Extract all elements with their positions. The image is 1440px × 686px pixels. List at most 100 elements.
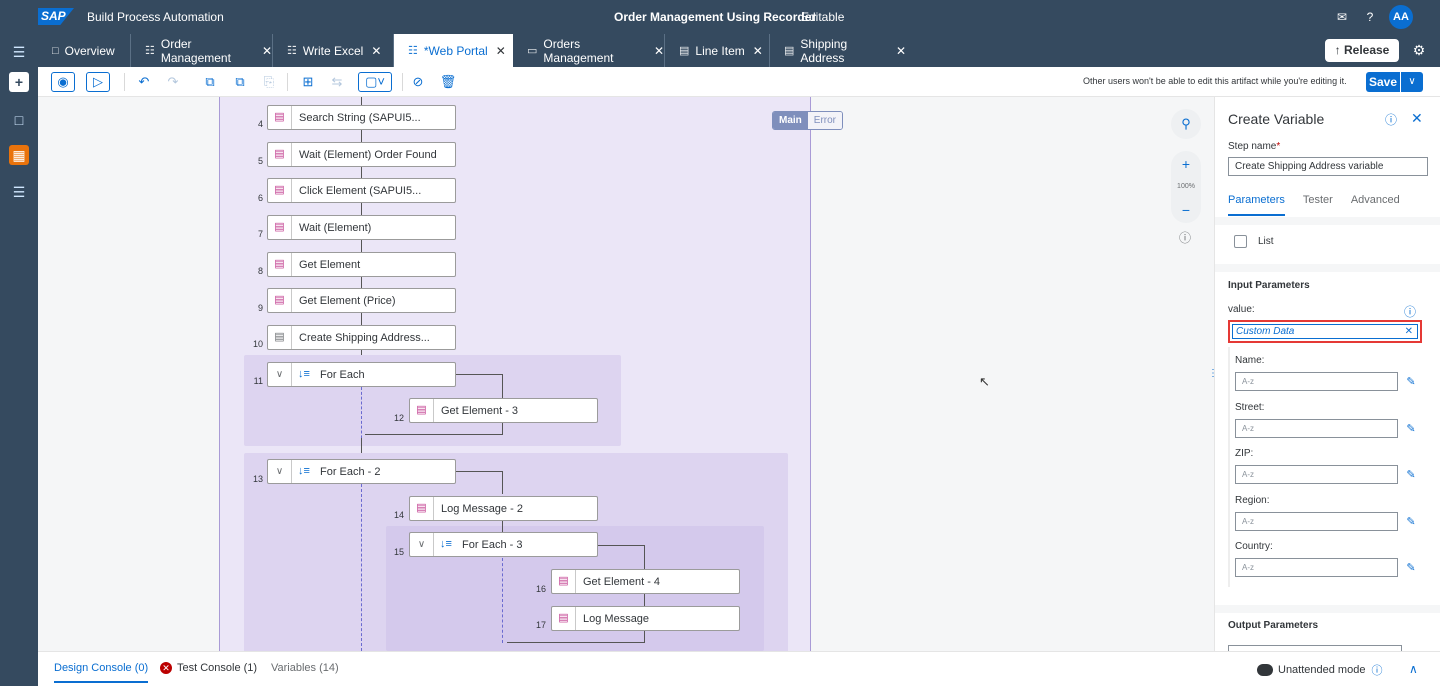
- copy-icon[interactable]: ⧉: [201, 73, 219, 91]
- step-search-string[interactable]: ▤ Search String (SAPUI5...: [267, 105, 456, 130]
- view-switch[interactable]: Main Error: [772, 111, 844, 130]
- list-checkbox[interactable]: [1234, 235, 1247, 248]
- process-icon[interactable]: ▦: [9, 145, 29, 165]
- close-icon[interactable]: ✕: [896, 44, 906, 58]
- chevron-down-icon[interactable]: ∨: [410, 533, 434, 556]
- tab-orders-management[interactable]: ▭ Orders Management ✕: [513, 34, 665, 67]
- swap-icon[interactable]: ⇆: [328, 73, 346, 91]
- close-icon[interactable]: ✕: [654, 44, 664, 58]
- step-log-message-2[interactable]: ▤ Log Message - 2: [409, 496, 598, 521]
- tab-order-management[interactable]: ☷ Order Management ✕: [131, 34, 273, 67]
- add-icon[interactable]: +: [9, 72, 29, 92]
- country-field[interactable]: A-z: [1235, 558, 1398, 577]
- step-name-field[interactable]: Create Shipping Address variable: [1228, 157, 1428, 176]
- street-field[interactable]: A-z: [1235, 419, 1398, 438]
- add-step-icon[interactable]: ⊞: [299, 73, 317, 91]
- zip-field[interactable]: A-z: [1235, 465, 1398, 484]
- input-parameters-title: Input Parameters: [1228, 280, 1310, 291]
- edit-icon[interactable]: ✎: [1404, 375, 1418, 389]
- edit-icon[interactable]: ✎: [1404, 561, 1418, 575]
- help-icon[interactable]: ?: [1362, 9, 1378, 25]
- gear-icon[interactable]: ⚙: [1411, 42, 1427, 58]
- redo-icon[interactable]: ↷: [164, 73, 182, 91]
- main-view-button[interactable]: Main: [773, 112, 808, 129]
- debug-icon[interactable]: ◉: [51, 72, 75, 92]
- tab-test-console[interactable]: ✕ Test Console (1): [160, 662, 257, 674]
- tab-parameters[interactable]: Parameters: [1228, 194, 1285, 216]
- info-icon[interactable]: ⓘ: [1404, 303, 1416, 320]
- search-icon[interactable]: ⚲: [1171, 109, 1201, 139]
- release-button[interactable]: ↑ Release: [1325, 39, 1399, 62]
- zoom-out-icon[interactable]: −: [1171, 197, 1201, 223]
- chevron-down-icon[interactable]: ∨: [1401, 72, 1423, 92]
- step-for-each-3[interactable]: ∨ ↓≡ For Each - 3: [409, 532, 598, 557]
- play-icon[interactable]: ▷: [86, 72, 110, 92]
- tab-tester[interactable]: Tester: [1303, 194, 1333, 216]
- step-wait-element[interactable]: ▤ Wait (Element): [267, 215, 456, 240]
- unattended-mode[interactable]: Unattended mode ⓘ: [1257, 662, 1382, 678]
- paste-icon[interactable]: ⎘: [260, 73, 278, 91]
- tab-shipping-address[interactable]: ▤ Shipping Address ✕: [770, 34, 906, 67]
- edit-icon[interactable]: ✎: [1404, 515, 1418, 529]
- flow-canvas[interactable]: Main Error 4 ▤ Search String (SAPUI5...: [38, 97, 1214, 651]
- step-get-element[interactable]: ▤ Get Element: [267, 252, 456, 277]
- output-parameters-title: Output Parameters: [1228, 620, 1319, 631]
- menu-icon[interactable]: ☰: [9, 42, 29, 62]
- clear-icon[interactable]: ✕: [1405, 325, 1413, 338]
- step-get-element-3[interactable]: ▤ Get Element - 3: [409, 398, 598, 423]
- step-wait-order-found[interactable]: ▤ Wait (Element) Order Found: [267, 142, 456, 167]
- app-name[interactable]: Build Process Automation: [87, 10, 224, 24]
- chevron-up-icon[interactable]: ∧: [1409, 662, 1418, 676]
- undo-icon[interactable]: ↶: [135, 73, 153, 91]
- step-get-element-price[interactable]: ▤ Get Element (Price): [267, 288, 456, 313]
- close-icon[interactable]: ✕: [753, 44, 763, 58]
- name-field[interactable]: A-z: [1235, 372, 1398, 391]
- close-icon[interactable]: ✕: [496, 44, 506, 58]
- step-number: 15: [393, 547, 404, 557]
- save-button[interactable]: Save: [1366, 72, 1400, 92]
- tab-variables[interactable]: Variables (14): [271, 662, 339, 674]
- step-for-each-2[interactable]: ∨ ↓≡ For Each - 2: [267, 459, 456, 484]
- tab-line-item[interactable]: ▤ Line Item ✕: [665, 34, 770, 67]
- tab-overview[interactable]: □ Overview: [38, 34, 131, 67]
- tab-write-excel[interactable]: ☷ Write Excel ✕: [273, 34, 394, 67]
- sap-logo[interactable]: SAP: [38, 8, 74, 25]
- step-get-element-4[interactable]: ▤ Get Element - 4: [551, 569, 740, 594]
- resize-handle-icon[interactable]: ⋮: [1207, 368, 1219, 382]
- step-for-each[interactable]: ∨ ↓≡ For Each: [267, 362, 456, 387]
- step-create-shipping-address[interactable]: ▤ Create Shipping Address...: [267, 325, 456, 350]
- delete-icon[interactable]: 🗑: [439, 73, 457, 91]
- tab-design-console[interactable]: Design Console (0): [54, 662, 149, 683]
- info-icon[interactable]: ⓘ: [1385, 111, 1397, 128]
- hide-icon[interactable]: ⊘: [409, 73, 427, 91]
- chevron-down-icon[interactable]: ∨: [268, 460, 292, 483]
- connector: [644, 593, 645, 605]
- close-icon[interactable]: ✕: [1411, 110, 1423, 127]
- duplicate-icon[interactable]: ⧉: [231, 73, 249, 91]
- zoom-in-icon[interactable]: +: [1171, 151, 1201, 177]
- value-field[interactable]: Custom Data ✕: [1232, 324, 1418, 339]
- selection-dropdown[interactable]: ▢˅: [358, 72, 392, 92]
- list-icon[interactable]: ☰: [9, 182, 29, 202]
- edit-icon[interactable]: ✎: [1404, 422, 1418, 436]
- screen-icon: ▭: [527, 45, 538, 57]
- close-icon[interactable]: ✕: [371, 44, 381, 58]
- avatar[interactable]: AA: [1389, 5, 1413, 29]
- info-icon[interactable]: ⓘ: [1371, 662, 1382, 678]
- close-icon[interactable]: ✕: [262, 44, 272, 58]
- tab-web-portal[interactable]: ☷ *Web Portal ✕: [394, 34, 513, 67]
- feedback-icon[interactable]: ✉: [1334, 9, 1350, 25]
- error-view-button[interactable]: Error: [807, 112, 843, 129]
- region-field[interactable]: A-z: [1235, 512, 1398, 531]
- step-number: 7: [257, 229, 263, 239]
- step-log-message[interactable]: ▤ Log Message: [551, 606, 740, 631]
- edit-icon[interactable]: ✎: [1404, 468, 1418, 482]
- chevron-down-icon[interactable]: ∨: [268, 363, 292, 386]
- tab-label: *Web Portal: [423, 43, 488, 58]
- info-icon[interactable]: ⓘ: [1177, 230, 1193, 246]
- upload-icon: ↑: [1334, 43, 1341, 57]
- tab-advanced[interactable]: Advanced: [1351, 194, 1400, 216]
- test-console-label: Test Console (1): [177, 662, 258, 674]
- monitor-icon[interactable]: □: [9, 110, 29, 130]
- step-click-element[interactable]: ▤ Click Element (SAPUI5...: [267, 178, 456, 203]
